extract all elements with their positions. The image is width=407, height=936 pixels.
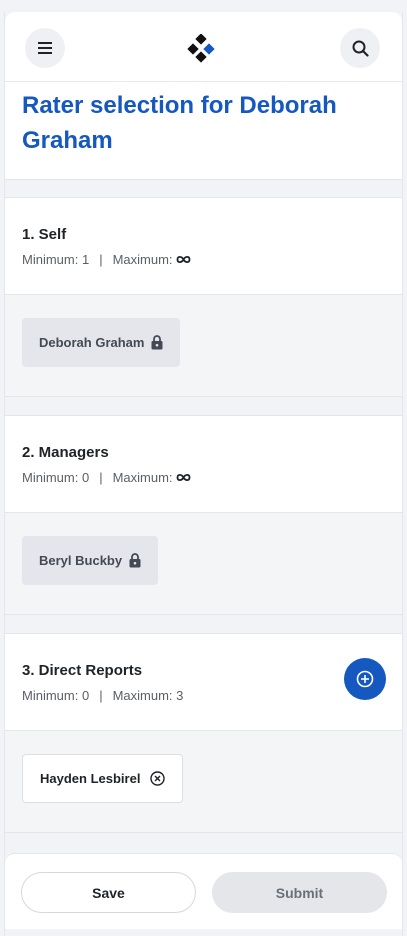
search-button[interactable] — [340, 28, 380, 68]
rater-chip: Deborah Graham — [22, 318, 181, 367]
save-button[interactable]: Save — [21, 872, 196, 913]
menu-button[interactable] — [25, 28, 65, 68]
section-limits: Minimum: 0 | Maximum: 3 — [22, 688, 183, 703]
app-frame: Rater selection for Deborah Graham 1. Se… — [4, 12, 403, 936]
rater-chip: Beryl Buckby — [22, 536, 159, 585]
footer-actions: Save Submit — [5, 853, 402, 929]
rater-chip: Hayden Lesbirel — [22, 754, 184, 803]
remove-rater-icon[interactable] — [150, 771, 166, 786]
add-rater-button[interactable] — [344, 658, 386, 700]
section-direct-reports-raters: Hayden Lesbirel — [5, 731, 402, 833]
section-self-header: 1. Self Minimum: 1 | Maximum: — [5, 197, 402, 295]
top-bar — [5, 12, 402, 82]
minimum-label: Minimum: 0 — [22, 470, 90, 485]
separator: | — [99, 252, 103, 267]
hamburger-menu-icon — [38, 42, 52, 54]
section-managers-header: 2. Managers Minimum: 0 | Maximum: — [5, 415, 402, 513]
section-limits: Minimum: 0 | Maximum: — [22, 470, 191, 485]
submit-button[interactable]: Submit — [212, 872, 387, 913]
infinity-icon — [176, 473, 190, 482]
add-circle-icon — [356, 670, 374, 688]
section-managers-raters: Beryl Buckby — [5, 513, 402, 615]
maximum-label: Maximum: — [112, 252, 173, 267]
infinity-icon — [176, 255, 190, 264]
rater-name: Beryl Buckby — [39, 553, 123, 568]
section-title: 2. Managers — [22, 444, 109, 461]
maximum-label: Maximum: — [112, 470, 173, 485]
lock-icon — [151, 335, 163, 350]
rater-name: Hayden Lesbirel — [40, 771, 141, 786]
separator: | — [99, 688, 103, 703]
minimum-label: Minimum: 0 — [22, 688, 90, 703]
diamond-logo-icon[interactable] — [186, 34, 216, 64]
maximum-label: Maximum: 3 — [112, 688, 184, 703]
search-icon — [352, 40, 369, 57]
lock-icon — [129, 553, 141, 568]
title-card: Rater selection for Deborah Graham — [5, 82, 402, 180]
section-self-raters: Deborah Graham — [5, 295, 402, 397]
minimum-label: Minimum: 1 — [22, 252, 90, 267]
section-title: 1. Self — [22, 226, 67, 243]
page-title: Rater selection for Deborah Graham — [22, 92, 337, 154]
rater-name: Deborah Graham — [39, 335, 145, 350]
section-title: 3. Direct Reports — [22, 662, 143, 679]
section-limits: Minimum: 1 | Maximum: — [22, 252, 191, 267]
section-direct-reports-header: 3. Direct Reports Minimum: 0 | Maximum: … — [5, 633, 402, 731]
separator: | — [99, 470, 103, 485]
